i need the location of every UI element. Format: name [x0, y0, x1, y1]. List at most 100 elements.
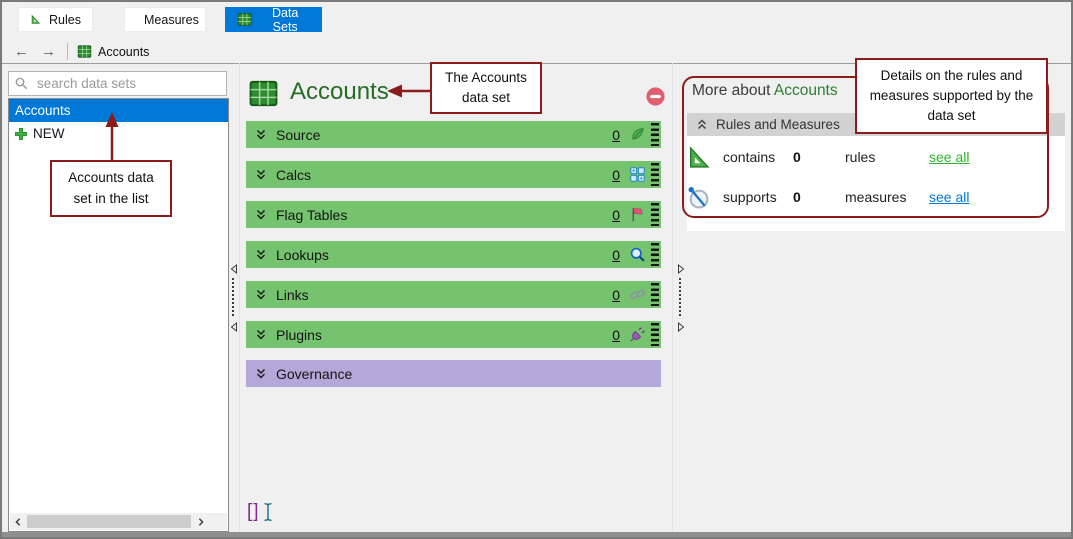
rules-triangle-icon — [31, 14, 41, 24]
list-item-label: NEW — [33, 126, 65, 141]
data-sets-table-icon — [237, 13, 252, 26]
chevron-double-down-icon — [256, 289, 266, 300]
details-title-name: Accounts — [773, 82, 838, 99]
scroll-right-icon[interactable] — [193, 513, 209, 530]
section-label: Governance — [276, 365, 353, 382]
annotation-details: Details on the rules and measures suppor… — [855, 58, 1048, 134]
link-chain-icon — [629, 289, 645, 300]
drag-stripe — [651, 243, 659, 266]
source-count-link[interactable]: 0 — [612, 127, 620, 143]
page-title: Accounts — [290, 78, 389, 105]
chevron-double-down-icon — [256, 129, 266, 140]
details-panel-title: More about Accounts — [692, 82, 838, 100]
forward-button[interactable]: → — [41, 44, 56, 59]
horizontal-scrollbar[interactable] — [10, 513, 227, 530]
rules-and-measures-label: Rules and Measures — [716, 117, 840, 132]
chevron-double-down-icon — [256, 169, 266, 180]
navbar-separator — [67, 43, 68, 60]
search-icon — [15, 77, 28, 90]
leaf-icon — [632, 128, 644, 140]
remove-data-set-icon[interactable] — [645, 86, 666, 107]
plug-icon — [630, 327, 645, 342]
annotation-arrow-up-icon — [105, 112, 119, 160]
flag-icon — [632, 208, 643, 222]
list-item-label: Accounts — [15, 103, 71, 118]
chevron-double-down-icon — [256, 209, 266, 220]
links-count-link[interactable]: 0 — [612, 287, 620, 303]
section-label: Plugins — [276, 326, 322, 343]
data-set-table-icon — [77, 45, 92, 58]
drag-stripe — [651, 283, 659, 306]
chevron-double-down-icon — [256, 249, 266, 260]
section-label: Source — [276, 126, 321, 143]
annotation-accounts-dataset: The Accounts data set — [430, 62, 542, 114]
details-title-prefix: More about — [692, 82, 774, 99]
measures-noun: measures — [845, 189, 907, 205]
splitter-collapse-right-icon[interactable] — [676, 264, 686, 274]
rules-triangle-icon — [689, 146, 710, 168]
see-all-rules-link[interactable]: see all — [929, 149, 969, 165]
text-cursor-icon — [263, 502, 272, 522]
tab-rules[interactable]: Rules — [18, 7, 93, 32]
search-box — [8, 71, 227, 96]
scroll-left-icon[interactable] — [10, 513, 26, 530]
see-all-measures-link[interactable]: see all — [929, 189, 969, 205]
tab-label: Data Sets — [271, 5, 299, 34]
splitter-collapse-left-icon[interactable] — [229, 322, 239, 332]
search-input[interactable] — [35, 75, 226, 92]
plugins-count-link[interactable]: 0 — [612, 327, 620, 343]
section-governance[interactable]: Governance — [246, 360, 661, 387]
scrollbar-thumb[interactable] — [27, 515, 191, 528]
brackets-glyph: [] — [247, 501, 260, 522]
drag-stripe — [651, 163, 659, 186]
splitter-collapse-left-icon[interactable] — [229, 264, 239, 274]
measures-count: 0 — [793, 189, 801, 205]
tab-data-sets[interactable]: Data Sets — [225, 5, 322, 34]
drag-stripe — [651, 203, 659, 226]
measures-summary-row: supports 0 measures see all — [684, 185, 1024, 211]
breadcrumb: Accounts — [98, 44, 150, 59]
section-label: Flag Tables — [276, 206, 348, 223]
flag-tables-count-link[interactable]: 0 — [612, 207, 620, 223]
calcs-count-link[interactable]: 0 — [612, 167, 620, 183]
rules-summary-row: contains 0 rules see all — [684, 145, 1024, 171]
rules-count: 0 — [793, 149, 801, 165]
lookups-count-link[interactable]: 0 — [612, 247, 620, 263]
toolbar: Rules Measures Data Sets — [2, 2, 1071, 41]
window-bottom-edge — [2, 532, 1071, 537]
section-plugins[interactable]: Plugins 0 — [246, 321, 661, 348]
drag-stripe — [651, 123, 659, 146]
panel-divider — [672, 63, 673, 532]
section-source[interactable]: Source 0 — [246, 121, 661, 148]
back-button[interactable]: ← — [14, 44, 29, 59]
splitter-handle[interactable] — [232, 278, 234, 316]
tab-measures[interactable]: Measures — [124, 7, 206, 32]
tab-label: Measures — [144, 12, 199, 27]
section-calcs[interactable]: Calcs 0 — [246, 161, 661, 188]
annotation-arrow-left-icon — [387, 84, 430, 98]
section-flag-tables[interactable]: Flag Tables 0 — [246, 201, 661, 228]
chevron-double-up-icon — [697, 118, 707, 129]
measures-verb: supports — [723, 189, 777, 205]
section-lookups[interactable]: Lookups 0 — [246, 241, 661, 268]
chevron-double-down-icon — [256, 368, 266, 379]
section-links[interactable]: Links 0 — [246, 281, 661, 308]
app-window: Rules Measures Data Sets ← → Accounts se… — [0, 0, 1073, 539]
data-set-table-icon — [249, 80, 278, 107]
section-label: Calcs — [276, 166, 312, 183]
calc-grid-icon — [630, 167, 645, 182]
section-label: Lookups — [276, 246, 329, 263]
lookup-magnifier-icon — [630, 247, 645, 262]
tab-label: Rules — [49, 12, 81, 27]
measures-compass-icon — [688, 186, 709, 209]
plus-icon — [15, 127, 27, 140]
drag-stripe — [651, 323, 659, 346]
rules-noun: rules — [845, 149, 876, 165]
chevron-double-down-icon — [256, 329, 266, 340]
rules-verb: contains — [723, 149, 776, 165]
splitter-handle[interactable] — [679, 278, 681, 316]
splitter-collapse-right-icon[interactable] — [676, 322, 686, 332]
annotation-accounts-list: Accounts data set in the list — [50, 160, 172, 217]
empty-selection-indicator: [] — [247, 501, 274, 523]
panel-divider — [239, 63, 240, 532]
